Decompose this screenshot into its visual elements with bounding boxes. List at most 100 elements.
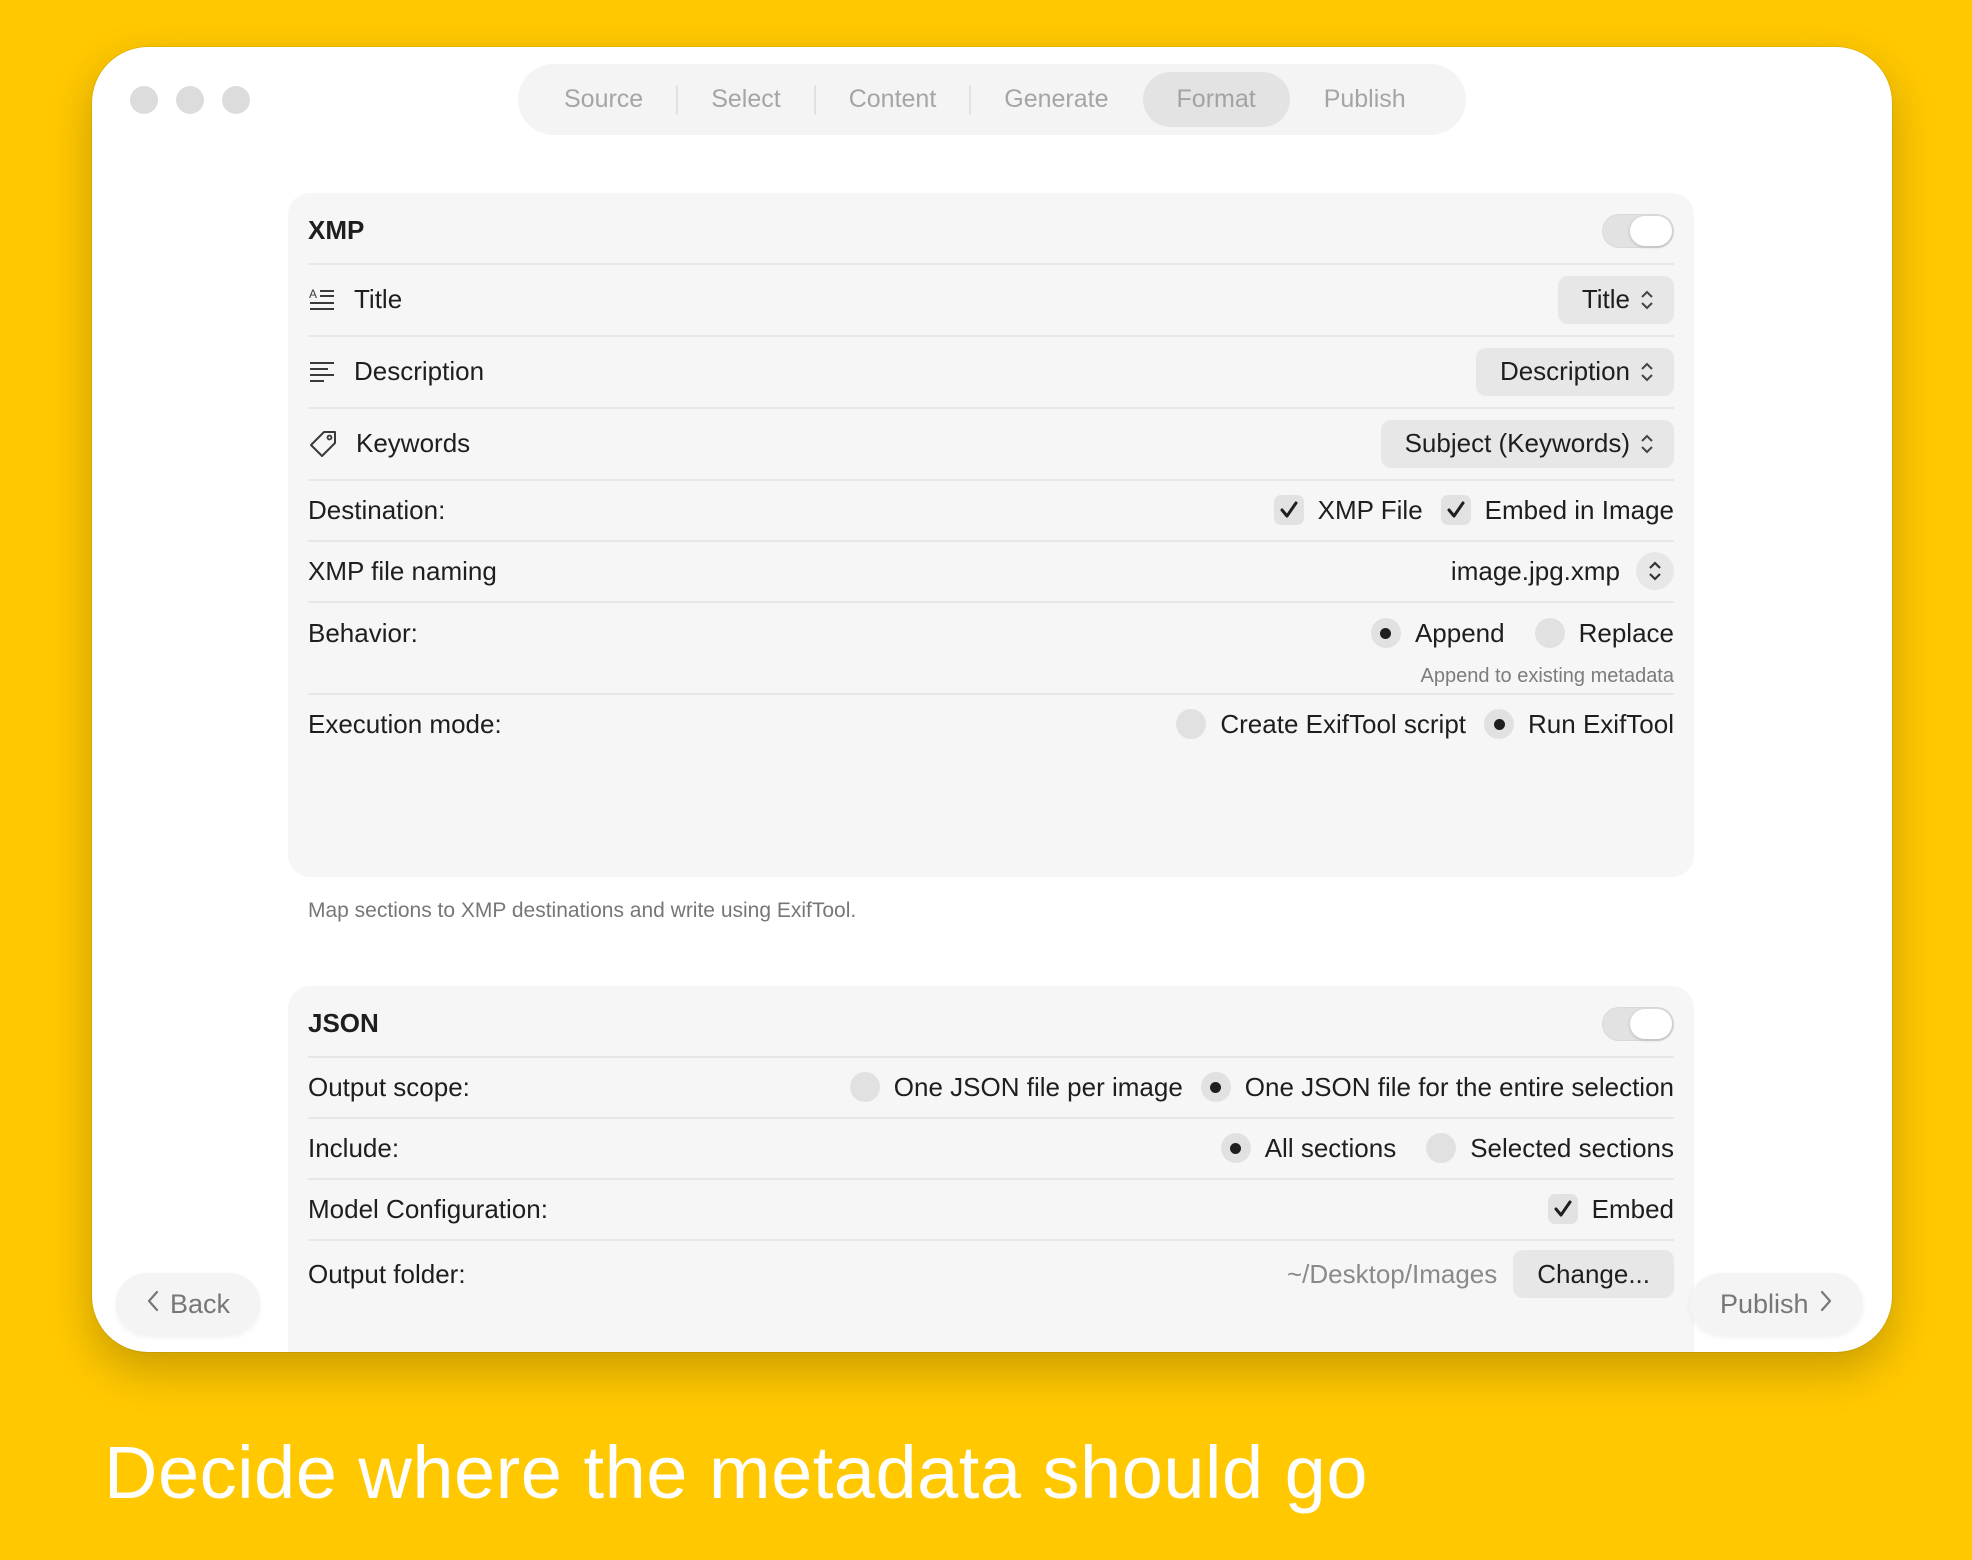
keywords-mapping-row: Keywords Subject (Keywords): [308, 408, 1674, 479]
radio-unselected-icon: [849, 1072, 880, 1102]
all-sections-label: All sections: [1264, 1132, 1397, 1163]
xmp-naming-label: XMP file naming: [308, 555, 497, 586]
destination-row: Destination: XMP File Embed in Image: [308, 480, 1674, 540]
xmp-naming-row: XMP file naming image.jpg.xmp: [308, 541, 1674, 601]
step-navigator: Source Select Content Generate Format Pu…: [518, 64, 1466, 135]
replace-radio[interactable]: Replace: [1534, 617, 1674, 649]
close-window-button[interactable]: [130, 86, 158, 114]
app-window: Source Select Content Generate Format Pu…: [92, 47, 1892, 1352]
chevron-up-down-icon: [1640, 433, 1654, 455]
selected-sections-label: Selected sections: [1470, 1132, 1674, 1163]
radio-unselected-icon: [1534, 618, 1565, 648]
checkmark-icon: [1547, 1194, 1578, 1224]
xmp-enable-toggle[interactable]: [1602, 213, 1674, 248]
description-destination-popup[interactable]: Description: [1475, 347, 1674, 396]
tag-icon: [308, 429, 338, 459]
radio-selected-icon: [1220, 1133, 1251, 1163]
xmp-naming-select[interactable]: image.jpg.xmp: [1451, 552, 1674, 590]
keywords-destination-popup[interactable]: Subject (Keywords): [1380, 419, 1674, 468]
step-select[interactable]: Select: [677, 72, 817, 127]
xmp-section-title: XMP: [308, 215, 365, 245]
step-format[interactable]: Format: [1142, 72, 1290, 127]
json-section-title: JSON: [308, 1008, 379, 1038]
model-configuration-label: Model Configuration:: [308, 1193, 548, 1224]
behavior-hint: Append to existing metadata: [1420, 664, 1674, 687]
window-controls: [130, 86, 250, 114]
one-file-per-image-radio[interactable]: One JSON file per image: [849, 1071, 1183, 1103]
xmp-file-label: XMP File: [1317, 494, 1423, 525]
output-scope-label: Output scope:: [308, 1071, 470, 1102]
one-file-entire-selection-radio[interactable]: One JSON file for the entire selection: [1200, 1071, 1674, 1103]
chevron-right-icon: [1819, 1289, 1833, 1320]
back-label: Back: [170, 1288, 231, 1319]
minimize-window-button[interactable]: [176, 86, 204, 114]
step-publish[interactable]: Publish: [1290, 72, 1440, 127]
step-generate[interactable]: Generate: [970, 72, 1142, 127]
include-label: Include:: [308, 1132, 400, 1163]
embed-in-image-label: Embed in Image: [1484, 494, 1674, 525]
publish-button[interactable]: Publish: [1690, 1273, 1863, 1335]
output-folder-label: Output folder:: [308, 1258, 466, 1289]
one-file-per-image-label: One JSON file per image: [893, 1071, 1183, 1102]
create-exiftool-script-radio[interactable]: Create ExifTool script: [1176, 709, 1466, 740]
radio-unselected-icon: [1176, 709, 1207, 739]
title-destination-popup[interactable]: Title: [1557, 275, 1674, 324]
chevron-up-down-icon: [1640, 289, 1654, 311]
zoom-window-button[interactable]: [222, 86, 250, 114]
keywords-mapping-label: Keywords: [356, 428, 471, 458]
json-enable-toggle[interactable]: [1602, 1006, 1674, 1041]
checkmark-icon: [1440, 495, 1471, 525]
include-row: Include: All sections Selected sections: [308, 1118, 1674, 1178]
run-exiftool-radio[interactable]: Run ExifTool: [1484, 709, 1674, 740]
description-mapping-label: Description: [354, 356, 485, 386]
checkmark-icon: [1273, 495, 1304, 525]
title-mapping-label: Title: [354, 284, 403, 314]
execution-mode-row: Execution mode: Create ExifTool script R…: [308, 694, 1674, 754]
append-radio[interactable]: Append: [1370, 617, 1505, 649]
output-folder-row: Output folder: ~/Desktop/Images Change..…: [308, 1242, 1674, 1306]
embed-in-image-checkbox[interactable]: Embed in Image: [1440, 494, 1674, 526]
embed-checkbox[interactable]: Embed: [1547, 1193, 1674, 1225]
behavior-label: Behavior:: [308, 617, 418, 648]
xmp-footnote: Map sections to XMP destinations and wri…: [308, 899, 857, 922]
radio-selected-icon: [1370, 618, 1401, 648]
xmp-section: XMP A Title Title Description Descriptio…: [288, 193, 1694, 877]
change-folder-button[interactable]: Change...: [1513, 1250, 1674, 1298]
destination-label: Destination:: [308, 494, 446, 525]
json-section: JSON Output scope: One JSON file per ima…: [288, 986, 1694, 1352]
text-title-icon: A: [308, 286, 336, 314]
output-scope-row: Output scope: One JSON file per image On…: [308, 1057, 1674, 1117]
all-sections-radio[interactable]: All sections: [1220, 1132, 1397, 1164]
text-align-left-icon: [308, 358, 336, 386]
selected-sections-radio[interactable]: Selected sections: [1426, 1133, 1674, 1164]
description-destination-value: Description: [1499, 356, 1630, 386]
run-exiftool-label: Run ExifTool: [1528, 708, 1674, 739]
title-mapping-row: A Title Title: [308, 264, 1674, 335]
marketing-tagline: Decide where the metadata should go: [104, 1431, 1368, 1514]
step-source[interactable]: Source: [530, 72, 679, 127]
radio-selected-icon: [1484, 709, 1515, 739]
back-button[interactable]: Back: [116, 1273, 261, 1335]
step-content[interactable]: Content: [815, 72, 971, 127]
svg-text:A: A: [309, 287, 317, 301]
behavior-row: Behavior: Append Replace: [308, 602, 1674, 664]
xmp-naming-value: image.jpg.xmp: [1450, 555, 1620, 586]
replace-label: Replace: [1578, 617, 1674, 648]
radio-unselected-icon: [1426, 1133, 1457, 1163]
publish-label: Publish: [1720, 1288, 1809, 1319]
chevron-up-down-icon: [1636, 552, 1674, 590]
append-label: Append: [1414, 617, 1505, 648]
execution-mode-label: Execution mode:: [308, 708, 502, 739]
chevron-left-icon: [146, 1289, 160, 1320]
output-folder-path: ~/Desktop/Images: [1286, 1258, 1498, 1289]
keywords-destination-value: Subject (Keywords): [1404, 428, 1630, 458]
embed-label: Embed: [1591, 1193, 1674, 1224]
one-file-entire-selection-label: One JSON file for the entire selection: [1244, 1071, 1674, 1102]
model-configuration-row: Model Configuration: Embed: [308, 1179, 1674, 1239]
radio-selected-icon: [1200, 1072, 1231, 1102]
xmp-file-checkbox[interactable]: XMP File: [1273, 494, 1423, 526]
chevron-up-down-icon: [1640, 361, 1654, 383]
title-destination-value: Title: [1581, 284, 1630, 314]
create-exiftool-script-label: Create ExifTool script: [1220, 708, 1467, 739]
description-mapping-row: Description Description: [308, 336, 1674, 407]
